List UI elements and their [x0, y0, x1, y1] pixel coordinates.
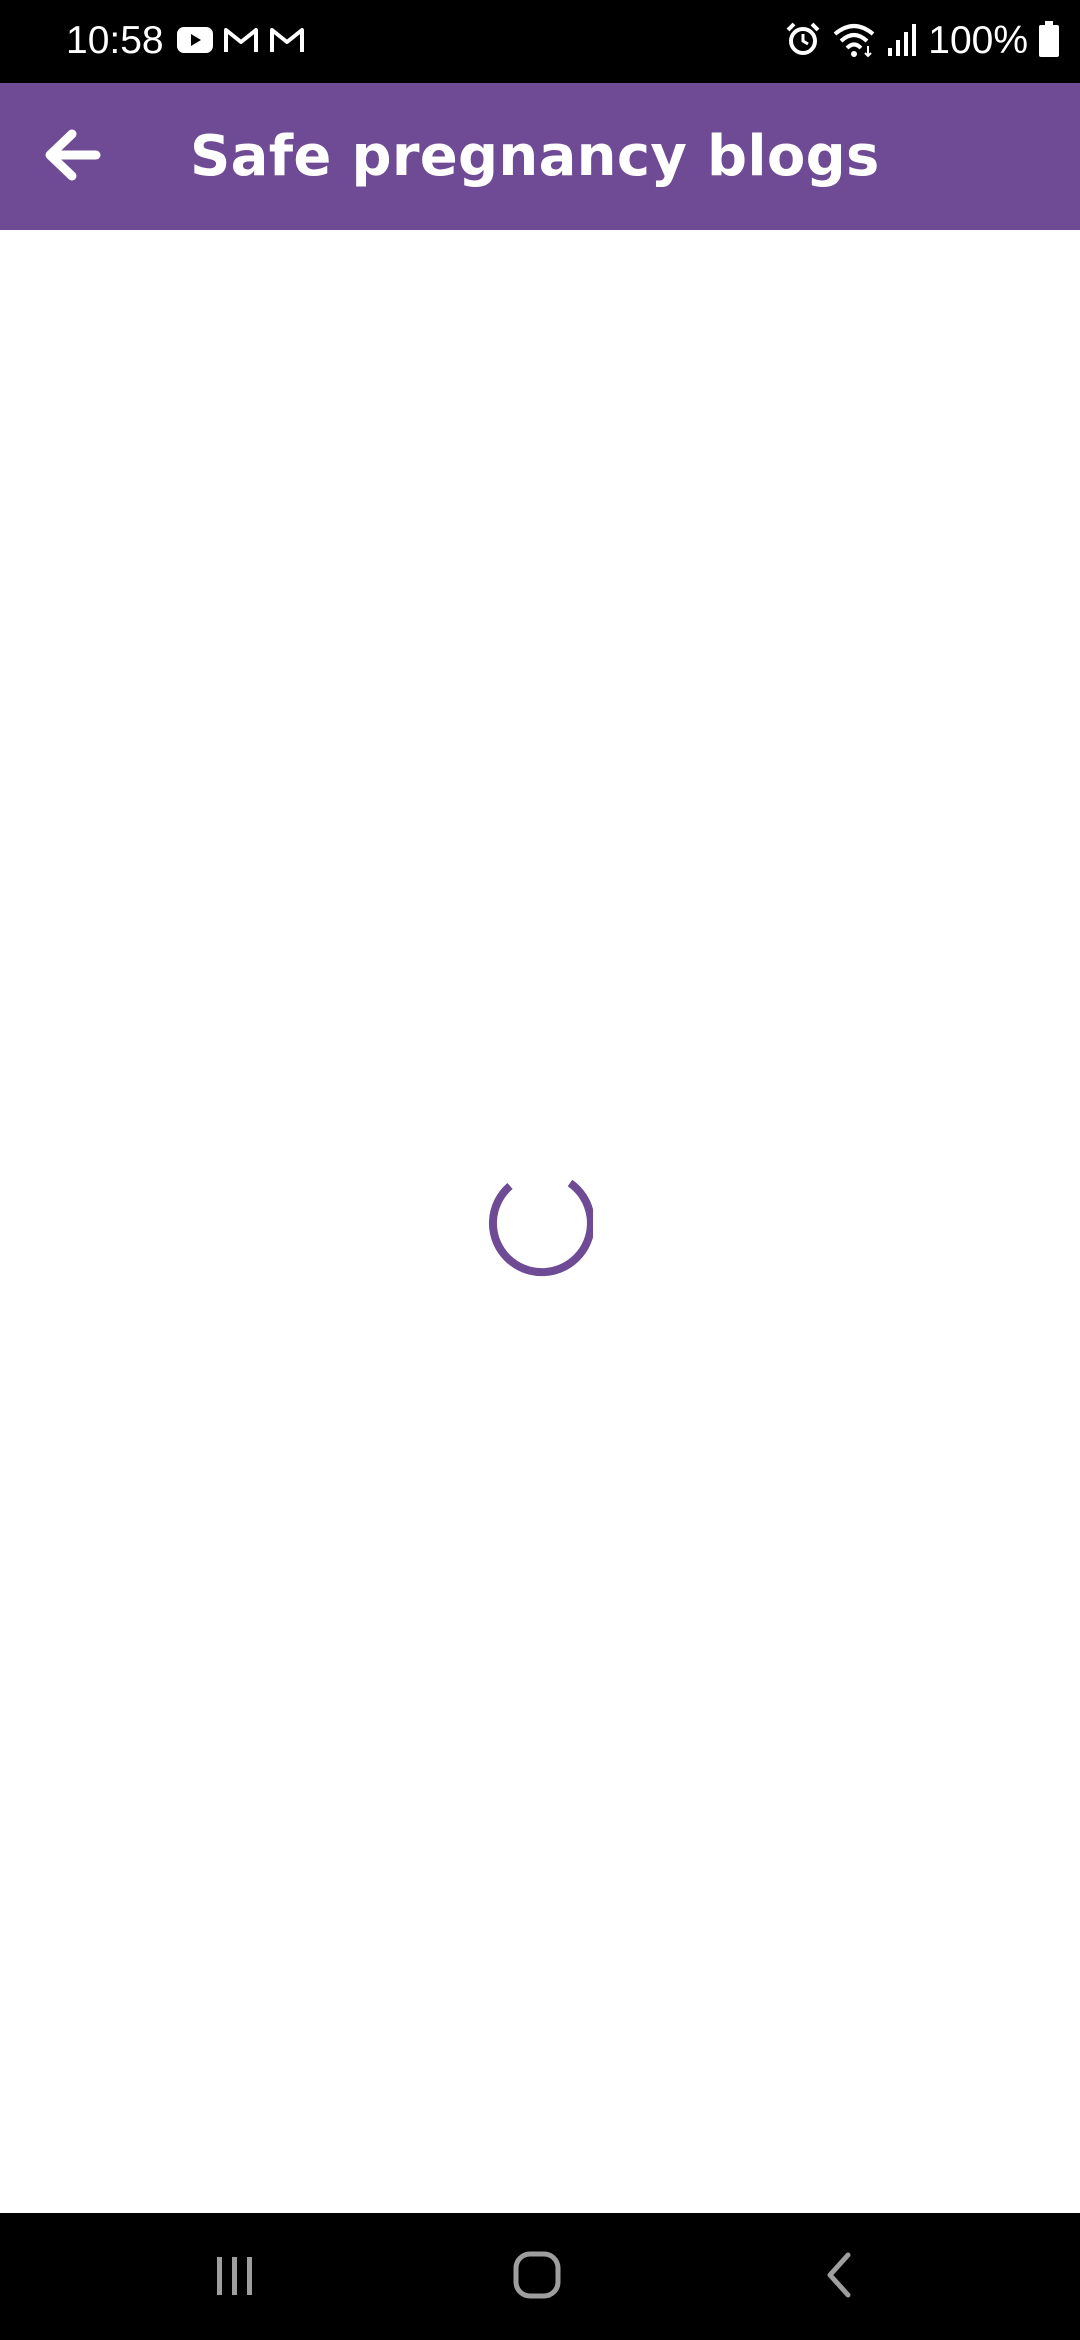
gmail-icon [222, 25, 260, 60]
navigation-bar [0, 2213, 1080, 2340]
gmail-icon [268, 25, 306, 60]
loading-spinner [487, 1172, 595, 1278]
back-icon [816, 2249, 864, 2306]
signal-icon [886, 20, 918, 63]
home-button[interactable] [477, 2235, 597, 2319]
notification-icons [176, 22, 306, 62]
page-title: Safe pregnancy blogs [190, 124, 880, 189]
back-button[interactable] [30, 121, 114, 193]
battery-icon [1038, 20, 1060, 63]
alarm-icon [784, 20, 822, 63]
home-icon [511, 2249, 563, 2306]
battery-percentage: 100% [928, 19, 1028, 62]
system-back-button[interactable] [780, 2235, 900, 2319]
app-bar: Safe pregnancy blogs [0, 83, 1080, 230]
wifi-icon [832, 20, 876, 63]
recent-apps-button[interactable] [175, 2235, 295, 2319]
system-status: 100% [784, 16, 1060, 66]
arrow-left-icon [42, 127, 102, 188]
status-bar: 10:58 100% [0, 0, 1080, 83]
recent-apps-icon [211, 2251, 259, 2304]
youtube-icon [176, 25, 214, 60]
status-time: 10:58 [66, 19, 164, 62]
